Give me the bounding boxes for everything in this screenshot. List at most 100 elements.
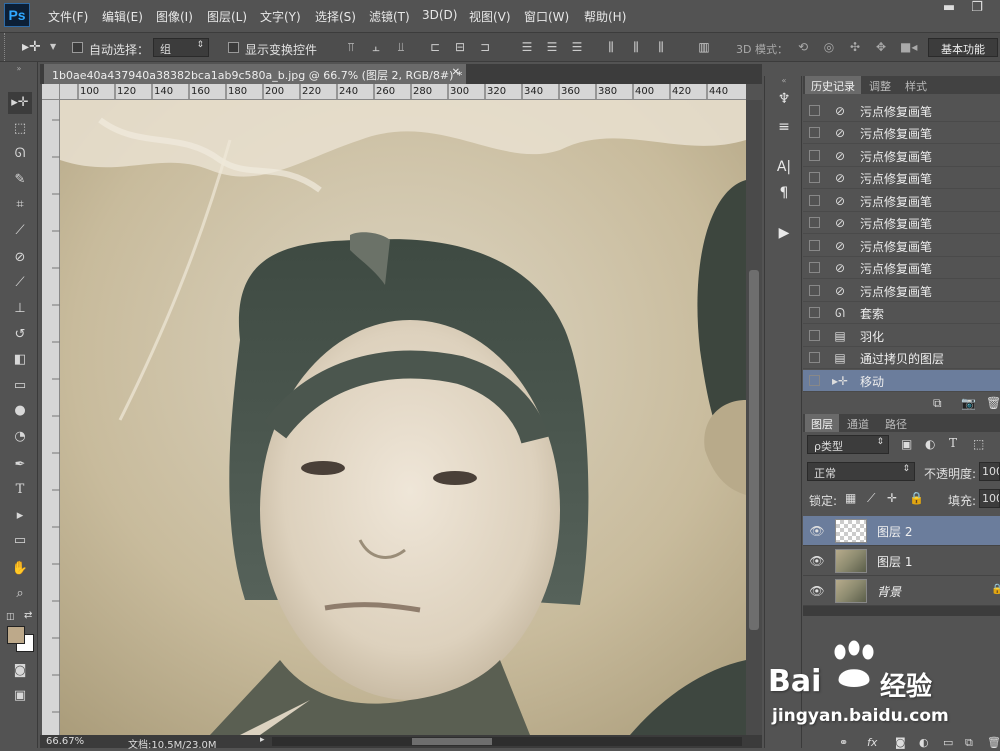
blend-mode-dropdown[interactable]: 正常 ⇕ <box>807 462 915 481</box>
zoom-level[interactable]: 66.67% <box>46 736 84 747</box>
3d-roll-icon[interactable]: ◎ <box>822 40 836 54</box>
filter-pixel-icon[interactable]: ▣ <box>901 437 912 451</box>
history-item[interactable]: ⊘ 污点修复画笔 <box>803 257 1000 279</box>
lock-transparent-icon[interactable]: ▦ <box>845 491 856 505</box>
layer-row[interactable]: 👁 图层 2 <box>803 516 1000 546</box>
new-document-from-state-icon[interactable]: ⧉ <box>933 396 942 411</box>
dodge-tool-icon[interactable]: ◔ <box>8 426 32 448</box>
layer-filter-dropdown[interactable]: ρ类型 ⇕ <box>807 435 889 454</box>
history-item[interactable]: ⊘ 污点修复画笔 <box>803 122 1000 144</box>
brush-preset-icon[interactable]: ♆ <box>773 88 795 110</box>
move-tool-icon[interactable]: ▸✛ <box>8 92 32 114</box>
lasso-tool-icon[interactable]: ᘏ <box>8 143 32 165</box>
delete-state-icon[interactable]: 🗑 <box>986 396 1000 410</box>
history-item[interactable]: ⊘ 污点修复画笔 <box>803 280 1000 302</box>
eraser-tool-icon[interactable]: ◧ <box>8 349 32 371</box>
lock-image-icon[interactable]: ⟋ <box>867 491 875 506</box>
distribute-hcenter-icon[interactable]: ⫼ <box>629 40 643 54</box>
menu-view[interactable]: 视图(V) <box>469 8 511 25</box>
align-left-icon[interactable]: ⊏ <box>428 40 442 54</box>
snapshot-checkbox[interactable] <box>809 150 820 161</box>
tool-preset-chevron-icon[interactable]: ▼ <box>50 42 56 51</box>
collapse-chevrons-icon[interactable]: » <box>0 64 38 74</box>
menu-select[interactable]: 选择(S) <box>315 8 356 25</box>
clone-stamp-tool-icon[interactable]: ⊥ <box>8 298 32 320</box>
layer-row[interactable]: 👁 背景 🔒 <box>803 576 1000 606</box>
tab-adjustments[interactable]: 调整 <box>863 76 897 94</box>
brush-tool-icon[interactable]: ⟋ <box>8 272 32 294</box>
layer-name[interactable]: 图层 2 <box>877 523 912 540</box>
layer-row[interactable]: 👁 图层 1 <box>803 546 1000 576</box>
visibility-eye-icon[interactable]: 👁 <box>809 584 825 598</box>
move-tool-icon[interactable]: ▸✛ <box>22 39 41 55</box>
3d-slide-icon[interactable]: ✥ <box>874 40 888 54</box>
snapshot-checkbox[interactable] <box>809 172 820 183</box>
distribute-top-icon[interactable]: ☰ <box>520 40 534 54</box>
workspace-dropdown[interactable]: 基本功能 <box>928 38 998 57</box>
3d-drag-icon[interactable]: ✣ <box>848 40 862 54</box>
align-hcenter-icon[interactable]: ⊟ <box>453 40 467 54</box>
history-item[interactable]: ▤ 通过拷贝的图层 <box>803 347 1000 369</box>
menu-help[interactable]: 帮助(H) <box>584 8 626 25</box>
menu-filter[interactable]: 滤镜(T) <box>369 8 410 25</box>
show-transform-checkbox[interactable] <box>228 42 239 53</box>
filter-shape-icon[interactable]: ⬚ <box>973 437 984 451</box>
tab-paths[interactable]: 路径 <box>879 414 913 432</box>
history-brush-tool-icon[interactable]: ↺ <box>8 324 32 346</box>
history-item[interactable]: ⊘ 污点修复画笔 <box>803 190 1000 212</box>
scrollbar-thumb[interactable] <box>412 738 492 745</box>
restore-icon[interactable]: ❐ <box>962 0 992 18</box>
ruler-origin[interactable] <box>42 84 60 100</box>
layer-name[interactable]: 图层 1 <box>877 553 912 570</box>
auto-select-dropdown[interactable]: 组 ⇕ <box>153 38 209 57</box>
crop-tool-icon[interactable]: ⌗ <box>8 194 32 216</box>
horizontal-scrollbar[interactable] <box>272 737 742 746</box>
pen-tool-icon[interactable]: ✒ <box>8 454 32 476</box>
history-item[interactable]: ⊘ 污点修复画笔 <box>803 235 1000 257</box>
tab-history[interactable]: 历史记录 <box>805 76 861 94</box>
lock-position-icon[interactable]: ✛ <box>887 491 897 505</box>
filter-adjustment-icon[interactable]: ◐ <box>925 437 935 451</box>
align-bottom-icon[interactable]: ⫫ <box>394 40 408 54</box>
tab-layers[interactable]: 图层 <box>805 414 839 432</box>
history-item[interactable]: ᘏ 套索 <box>803 302 1000 324</box>
auto-select-checkbox[interactable] <box>72 42 83 53</box>
tab-channels[interactable]: 通道 <box>841 414 875 432</box>
document-tab[interactable]: 1b0ae40a437940a38382bca1ab9c580a_b.jpg @… <box>44 64 466 84</box>
snapshot-checkbox[interactable] <box>809 262 820 273</box>
healing-brush-tool-icon[interactable]: ⊘ <box>8 247 32 269</box>
visibility-eye-icon[interactable]: 👁 <box>809 524 825 538</box>
zoom-tool-icon[interactable]: ⌕ <box>8 583 32 605</box>
menu-file[interactable]: 文件(F) <box>48 8 88 25</box>
paragraph-panel-icon[interactable]: ¶ <box>773 182 795 204</box>
gradient-tool-icon[interactable]: ▭ <box>8 375 32 397</box>
snapshot-checkbox[interactable] <box>809 307 820 318</box>
menu-edit[interactable]: 编辑(E) <box>102 8 143 25</box>
history-item[interactable]: ▤ 羽化 <box>803 325 1000 347</box>
snapshot-checkbox[interactable] <box>809 352 820 363</box>
menu-window[interactable]: 窗口(W) <box>524 8 569 25</box>
align-top-icon[interactable]: ⫪ <box>344 40 358 54</box>
distribute-left-icon[interactable]: ⫼ <box>604 40 618 54</box>
new-snapshot-icon[interactable]: 📷 <box>961 396 976 410</box>
visibility-eye-icon[interactable]: 👁 <box>809 554 825 568</box>
quick-select-tool-icon[interactable]: ✎ <box>8 169 32 191</box>
menu-image[interactable]: 图像(I) <box>156 8 193 25</box>
close-icon[interactable]: ✕ <box>452 67 460 78</box>
auto-align-icon[interactable]: ▥ <box>697 40 711 54</box>
snapshot-checkbox[interactable] <box>809 217 820 228</box>
vertical-scrollbar[interactable] <box>746 100 762 735</box>
fill-input[interactable]: 100 <box>979 489 1000 508</box>
status-menu-arrow-icon[interactable]: ▸ <box>260 735 265 745</box>
menu-3d[interactable]: 3D(D) <box>422 8 457 22</box>
history-item-active[interactable]: ▸✛ 移动 <box>803 370 1000 392</box>
document-canvas[interactable] <box>60 100 746 735</box>
snapshot-checkbox[interactable] <box>809 127 820 138</box>
snapshot-checkbox[interactable] <box>809 105 820 116</box>
quick-mask-icon[interactable]: ◙ <box>8 660 32 682</box>
collapse-chevrons-icon[interactable]: « <box>765 76 803 85</box>
opacity-input[interactable]: 100 <box>979 462 1000 481</box>
history-item[interactable]: ⊘ 污点修复画笔 <box>803 212 1000 234</box>
snapshot-checkbox[interactable] <box>809 195 820 206</box>
tab-styles[interactable]: 样式 <box>899 76 933 94</box>
